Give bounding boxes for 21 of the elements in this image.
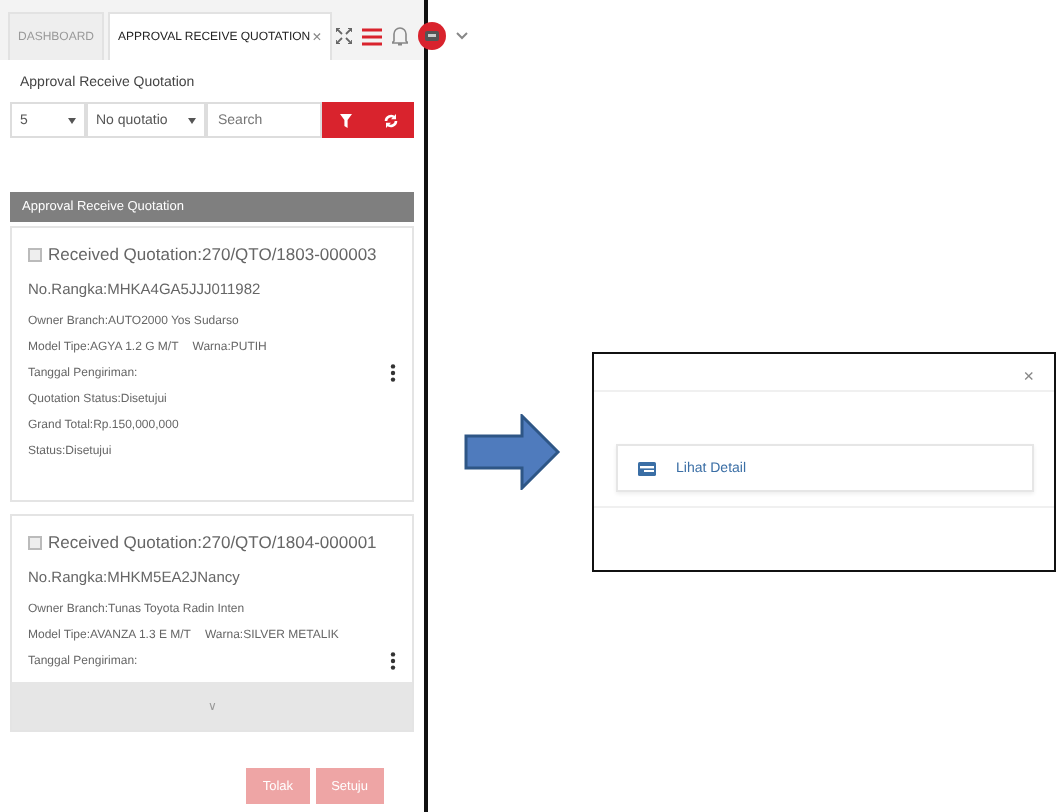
refresh-button[interactable] (368, 102, 414, 138)
close-button[interactable]: × (1023, 366, 1034, 386)
chevron-down-icon[interactable] (455, 32, 468, 40)
filter-icon (339, 113, 351, 127)
quotation-title: Received Quotation:270/QTO/1804-000001 (48, 532, 377, 552)
checkbox[interactable] (28, 247, 42, 261)
avatar-icon[interactable] (417, 22, 446, 50)
more-icon[interactable] (390, 652, 396, 670)
quotation-title: Received Quotation:270/QTO/1803-000003 (48, 244, 377, 264)
more-icon[interactable] (390, 364, 396, 382)
bell-icon[interactable] (391, 26, 408, 46)
card-icon (638, 461, 656, 475)
tab-close[interactable]: × (312, 28, 322, 46)
checkbox[interactable] (28, 535, 42, 549)
menu-icon[interactable] (361, 27, 382, 45)
filter-button[interactable] (322, 102, 368, 138)
caret-icon (188, 117, 196, 123)
caret-icon (68, 117, 76, 123)
refresh-icon (384, 113, 398, 127)
arrow-icon (464, 414, 562, 490)
fullscreen-icon[interactable] (335, 28, 352, 44)
